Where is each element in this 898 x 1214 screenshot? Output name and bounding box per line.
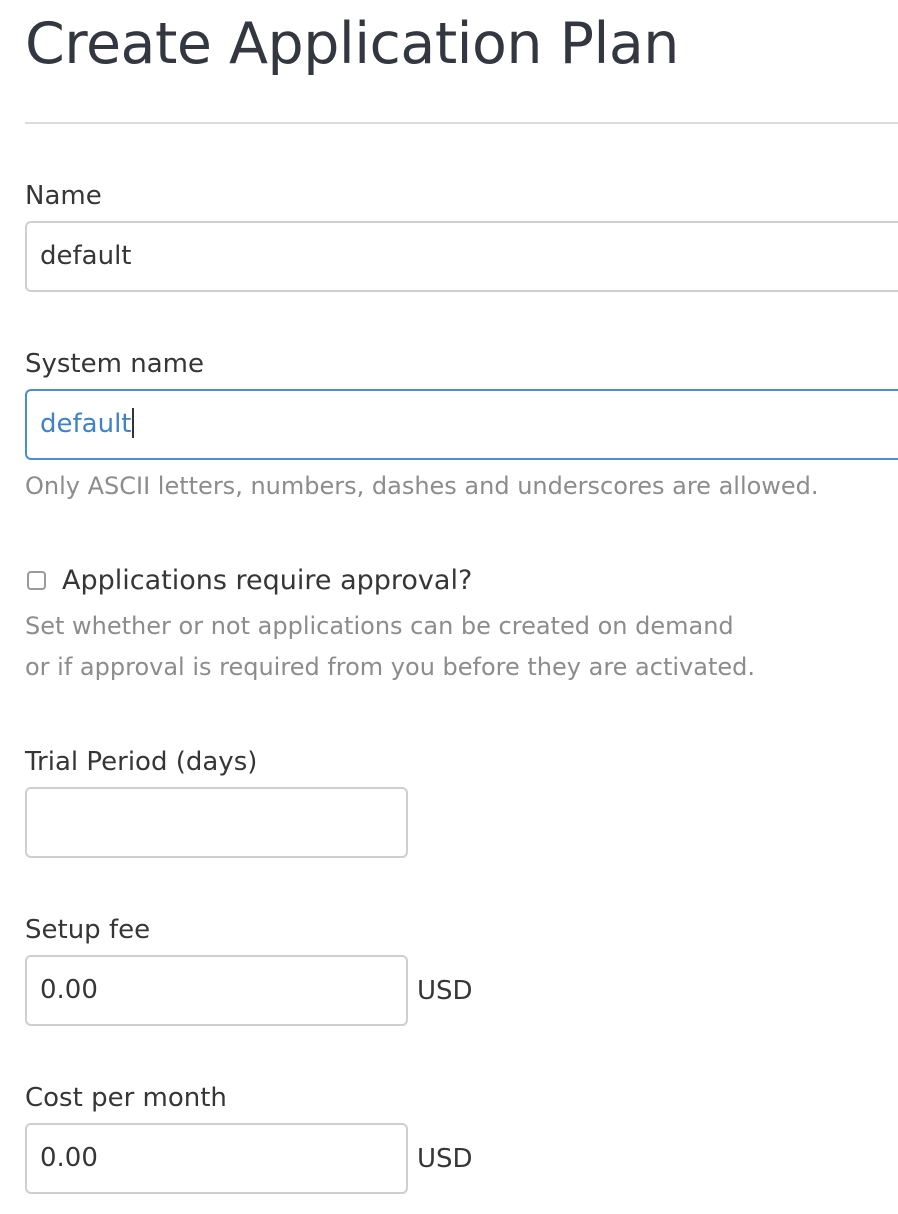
cost-per-month-input-value: 0.00 (40, 1143, 98, 1173)
cost-per-month-label: Cost per month (25, 1083, 227, 1113)
page-title: Create Application Plan (25, 11, 679, 77)
name-label: Name (25, 181, 102, 211)
approval-help-line-1: Set whether or not applications can be c… (25, 612, 734, 640)
approval-help-line-2: or if approval is required from you befo… (25, 653, 755, 681)
cost-per-month-input[interactable]: 0.00 (25, 1123, 408, 1194)
trial-period-input[interactable] (25, 787, 408, 858)
system-name-label: System name (25, 349, 204, 379)
system-name-input[interactable]: default (25, 389, 898, 460)
name-input[interactable]: default (25, 221, 898, 292)
system-name-input-value: default (40, 409, 132, 439)
system-name-help: Only ASCII letters, numbers, dashes and … (25, 472, 819, 500)
cost-per-month-currency: USD (417, 1144, 473, 1174)
setup-fee-label: Setup fee (25, 915, 151, 945)
text-caret (132, 407, 135, 438)
require-approval-label[interactable]: Applications require approval? (62, 563, 472, 599)
setup-fee-currency: USD (417, 976, 473, 1006)
setup-fee-input-value: 0.00 (40, 975, 98, 1005)
name-input-value: default (40, 241, 132, 271)
setup-fee-input[interactable]: 0.00 (25, 955, 408, 1026)
require-approval-checkbox[interactable] (27, 571, 46, 590)
title-divider (25, 122, 898, 124)
trial-period-label: Trial Period (days) (25, 747, 258, 777)
